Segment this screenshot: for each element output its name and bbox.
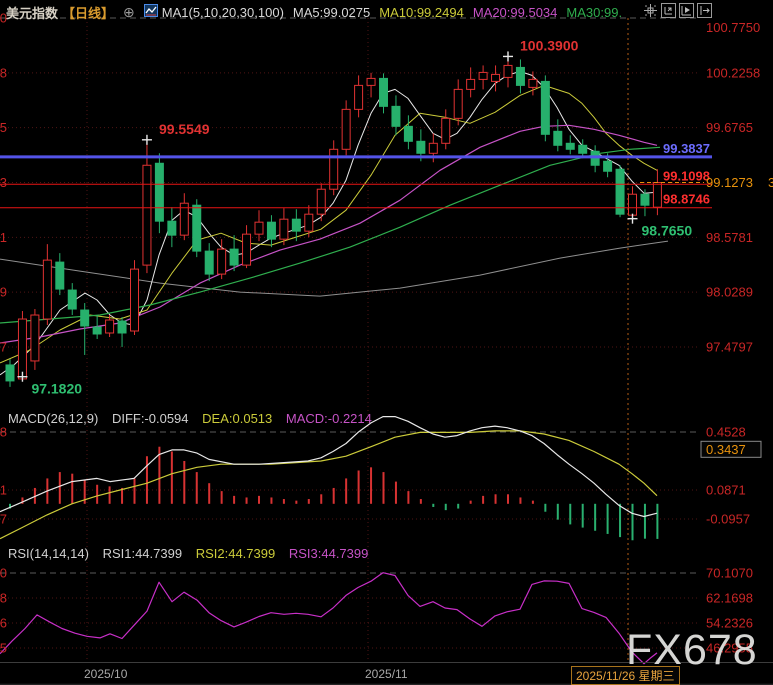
svg-text:7: 7 — [0, 340, 7, 355]
chart-header: 美元指数 【日线】 ⊕ MA1(5,10,20,30,100) MA5:99.0… — [6, 2, 622, 22]
svg-text:5: 5 — [0, 120, 7, 135]
svg-text:99.1273: 99.1273 — [706, 175, 753, 190]
price-chart-svg[interactable]: 99.383799.109898.874699.12733100.7750010… — [0, 0, 773, 685]
svg-text:3: 3 — [768, 175, 773, 190]
instrument-title: 美元指数 — [6, 3, 58, 22]
rsi1-value: RSI1:44.7399 — [103, 546, 183, 561]
svg-text:0.3437: 0.3437 — [706, 442, 746, 457]
macd-dea-value: DEA:0.0513 — [202, 411, 272, 426]
ma30-value: MA30:99. — [566, 5, 622, 20]
svg-text:99.5549: 99.5549 — [159, 121, 210, 137]
macd-diff-value: DIFF:-0.0594 — [112, 411, 189, 426]
macd-pane: 0.4528 8 0.0871 1 -0.0957 7 — [0, 417, 750, 541]
svg-text:1: 1 — [0, 230, 7, 245]
macd-macd-value: MACD:-0.2214 — [286, 411, 372, 426]
svg-text:9: 9 — [0, 285, 7, 300]
svg-text:100.3900: 100.3900 — [520, 37, 579, 53]
x-axis-label-nov: 2025/11 — [365, 667, 408, 681]
rsi-header: RSI(14,14,14) RSI1:44.7399 RSI2:44.7399 … — [8, 546, 378, 561]
svg-text:97.4797: 97.4797 — [706, 340, 753, 355]
macd-header: MACD(26,12,9) DIFF:-0.0594 DEA:0.0513 MA… — [8, 411, 382, 426]
svg-text:100.2258: 100.2258 — [706, 65, 760, 80]
svg-text:98.5781: 98.5781 — [706, 230, 753, 245]
svg-text:99.6765: 99.6765 — [706, 120, 753, 135]
macd-axis-tag: 0.3437 — [701, 441, 761, 457]
rsi-params-label: RSI(14,14,14) — [8, 546, 89, 561]
svg-text:0.4528: 0.4528 — [706, 425, 746, 440]
x-axis-label-oct: 2025/10 — [84, 667, 127, 681]
kline-chart-icon[interactable] — [144, 4, 158, 20]
rsi2-value: RSI2:44.7399 — [196, 546, 276, 561]
svg-text:-0.0957: -0.0957 — [706, 511, 750, 526]
svg-text:98.8746: 98.8746 — [663, 192, 710, 207]
svg-text:1: 1 — [0, 482, 7, 497]
svg-text:3: 3 — [0, 175, 7, 190]
period-label: 【日线】 — [62, 3, 114, 22]
ma-settings-label: MA1(5,10,20,30,100) — [162, 5, 284, 20]
svg-text:99.1098: 99.1098 — [663, 168, 710, 183]
crosshair-tool-icon[interactable] — [643, 3, 658, 18]
svg-text:0: 0 — [0, 566, 7, 581]
svg-text:5: 5 — [0, 640, 7, 655]
svg-text:70.1070: 70.1070 — [706, 566, 753, 581]
add-overlay-icon[interactable]: ⊕ — [123, 4, 135, 21]
ma10-value: MA10:99.2494 — [379, 5, 464, 20]
svg-text:98.7650: 98.7650 — [642, 223, 693, 239]
chart-window: 99.383799.109898.874699.12733100.7750010… — [0, 0, 773, 685]
play-forward-icon[interactable] — [679, 3, 694, 18]
svg-text:98.0289: 98.0289 — [706, 285, 753, 300]
svg-text:8: 8 — [0, 590, 7, 605]
svg-text:97.1820: 97.1820 — [31, 381, 82, 397]
svg-text:62.1698: 62.1698 — [706, 590, 753, 605]
svg-text:8: 8 — [0, 425, 7, 440]
svg-text:6: 6 — [0, 615, 7, 630]
chart-toolbar — [643, 3, 712, 18]
svg-text:0.0871: 0.0871 — [706, 482, 746, 497]
svg-text:99.3837: 99.3837 — [663, 141, 710, 156]
macd-params-label: MACD(26,12,9) — [8, 411, 98, 426]
rsi3-value: RSI3:44.7399 — [289, 546, 369, 561]
chart-canvas[interactable]: 99.383799.109898.874699.12733100.7750010… — [0, 0, 773, 685]
ma5-value: MA5:99.0275 — [293, 5, 370, 20]
scale-axis-icon[interactable] — [661, 3, 676, 18]
svg-text:8: 8 — [0, 65, 7, 80]
shift-right-icon[interactable] — [697, 3, 712, 18]
ma20-value: MA20:99.5034 — [473, 5, 558, 20]
candlestick-series — [6, 56, 661, 386]
svg-text:100.7750: 100.7750 — [706, 20, 760, 35]
svg-text:7: 7 — [0, 511, 7, 526]
fx678-watermark: FX678 — [626, 629, 758, 672]
